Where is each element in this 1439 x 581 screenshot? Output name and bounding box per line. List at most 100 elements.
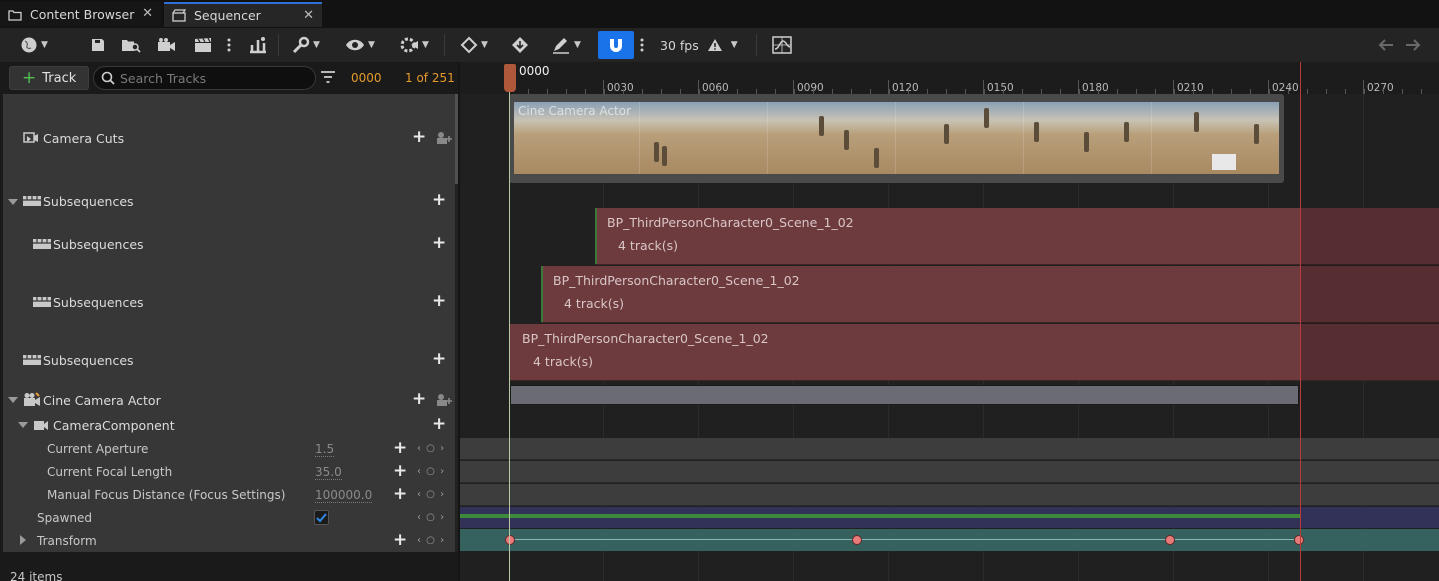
track-camera-component[interactable]: CameraComponent + — [3, 414, 455, 437]
track-label: Subsequences — [43, 353, 134, 368]
focal-length-lane[interactable] — [460, 461, 1439, 483]
key-options-button[interactable]: ▼ — [454, 33, 494, 57]
chevron-down-icon: ▼ — [313, 40, 320, 50]
tab-content-browser[interactable]: Content Browser ✕ — [0, 2, 161, 27]
playhead-handle[interactable] — [504, 64, 516, 92]
track-subsequences-root[interactable]: Subsequences + — [3, 180, 455, 225]
key-navigation[interactable]: ‹ ○ › — [417, 489, 445, 500]
tab-bar: Content Browser ✕ Sequencer ✕ — [0, 0, 1439, 28]
expand-arrow-icon[interactable] — [20, 535, 26, 545]
world-icon — [21, 37, 37, 53]
snap-options-button[interactable] — [636, 33, 648, 57]
playback-end-marker[interactable] — [1300, 62, 1301, 581]
current-frame-display[interactable]: 0000 — [351, 71, 382, 85]
section-edge[interactable] — [595, 208, 597, 264]
add-key-icon[interactable]: + — [393, 486, 407, 503]
track-camera-cuts[interactable]: Camera Cuts + — [3, 94, 455, 180]
playhead-line[interactable] — [509, 92, 510, 581]
tab-sequencer[interactable]: Sequencer ✕ — [164, 2, 322, 27]
cine-camera-section[interactable] — [510, 385, 1299, 405]
add-key-icon[interactable]: + — [393, 532, 407, 549]
focus-distance-lane[interactable] — [460, 484, 1439, 506]
navigate-back-button[interactable] — [1376, 33, 1396, 57]
auto-key-button[interactable] — [508, 33, 532, 57]
key-navigation[interactable]: ‹ ○ › — [417, 443, 445, 454]
chevron-down-icon: ▼ — [368, 40, 375, 50]
key-navigation[interactable]: ‹ ○ › — [417, 535, 445, 546]
add-key-icon[interactable]: + — [393, 440, 407, 457]
ruler-tick-label: 0060 — [702, 82, 729, 94]
add-icon[interactable]: + — [412, 391, 426, 408]
frame-rate-dropdown[interactable]: 30 fps ▼ — [660, 33, 742, 57]
search-input[interactable] — [120, 70, 310, 86]
chevron-down-icon: ▼ — [422, 40, 429, 50]
cine-camera-icon — [24, 392, 40, 406]
track-current-aperture[interactable]: Current Aperture 1.5 + ‹ ○ › — [3, 437, 455, 460]
track-cine-camera-actor[interactable]: Cine Camera Actor + — [3, 386, 455, 414]
track-spawned[interactable]: Spawned ‹ ○ › — [3, 506, 455, 529]
expand-arrow-icon[interactable] — [8, 397, 18, 403]
track-transform[interactable]: Transform + ‹ ○ › — [3, 529, 455, 552]
filter-icon[interactable] — [320, 70, 336, 84]
render-movie-button[interactable] — [191, 33, 215, 57]
playback-options-button[interactable]: ▼ — [394, 33, 434, 57]
track-subsequences[interactable]: Subsequences + — [3, 340, 455, 386]
camera-cut-section[interactable]: Cine Camera Actor — [509, 94, 1284, 183]
kebab-icon — [640, 38, 644, 52]
actions-button[interactable] — [246, 33, 270, 57]
navigate-forward-button[interactable] — [1403, 33, 1423, 57]
transform-keyframe[interactable] — [505, 535, 515, 545]
focus-distance-value-field[interactable]: 100000.0 — [315, 488, 373, 503]
view-options-button[interactable]: ▼ — [340, 33, 380, 57]
transform-keyframe[interactable] — [1165, 535, 1175, 545]
track-subsequences[interactable]: Subsequences + — [3, 282, 455, 340]
curve-editor-button[interactable] — [770, 33, 794, 57]
key-navigation[interactable]: ‹ ○ › — [417, 512, 445, 523]
items-count-label: 24 items — [10, 570, 63, 581]
add-icon[interactable]: + — [432, 351, 446, 368]
camera-cuts-icon — [23, 132, 38, 143]
sequencer-icon — [172, 8, 187, 23]
close-icon[interactable]: ✕ — [303, 8, 314, 23]
edit-mode-button[interactable]: ▼ — [546, 33, 586, 57]
close-icon[interactable]: ✕ — [142, 6, 153, 21]
transform-keyframe[interactable] — [1294, 535, 1304, 545]
timeline-area[interactable]: 0030 0060 0090 0120 0150 0180 0210 0240 0270 — [460, 62, 1439, 581]
toolbar-separator — [278, 34, 279, 56]
outliner-scrollbar[interactable] — [455, 94, 458, 552]
spawned-checkbox[interactable] — [314, 510, 329, 525]
track-manual-focus-distance[interactable]: Manual Focus Distance (Focus Settings) 1… — [3, 483, 455, 506]
more-options-button[interactable] — [223, 33, 235, 57]
track-current-focal-length[interactable]: Current Focal Length 35.0 + ‹ ○ › — [3, 460, 455, 483]
add-icon[interactable]: + — [412, 129, 426, 146]
expand-arrow-icon[interactable] — [18, 422, 28, 428]
transform-lane[interactable] — [460, 529, 1439, 551]
tab-label: Content Browser — [30, 7, 135, 22]
aperture-lane[interactable] — [460, 438, 1439, 460]
add-icon[interactable]: + — [432, 293, 446, 310]
scrollbar-thumb[interactable] — [455, 94, 458, 184]
section-edge[interactable] — [541, 266, 543, 322]
create-camera-button[interactable] — [155, 33, 179, 57]
key-navigation[interactable]: ‹ ○ › — [417, 466, 445, 477]
add-camera-icon[interactable] — [436, 131, 452, 145]
track-subsequences[interactable]: Subsequences + — [3, 225, 455, 282]
snap-toggle-button[interactable] — [598, 31, 634, 59]
tools-button[interactable]: ▼ — [286, 33, 326, 57]
chevron-down-icon: ▼ — [574, 40, 581, 50]
add-icon[interactable]: + — [432, 192, 446, 209]
thumbnail-frame — [639, 102, 767, 174]
add-key-icon[interactable]: + — [393, 463, 407, 480]
save-button[interactable] — [88, 33, 108, 57]
browse-button[interactable] — [119, 33, 143, 57]
focal-length-value-field[interactable]: 35.0 — [315, 465, 342, 480]
time-ruler[interactable]: 0030 0060 0090 0120 0150 0180 0210 0240 0270 — [460, 62, 1439, 94]
world-button[interactable]: ▼ — [14, 33, 54, 57]
add-icon[interactable]: + — [432, 416, 446, 433]
add-track-button[interactable]: + Track — [9, 66, 89, 90]
aperture-value-field[interactable]: 1.5 — [315, 442, 335, 457]
expand-arrow-icon[interactable] — [8, 199, 18, 205]
transform-keyframe[interactable] — [852, 535, 862, 545]
add-camera-icon[interactable] — [436, 393, 452, 407]
add-icon[interactable]: + — [432, 235, 446, 252]
